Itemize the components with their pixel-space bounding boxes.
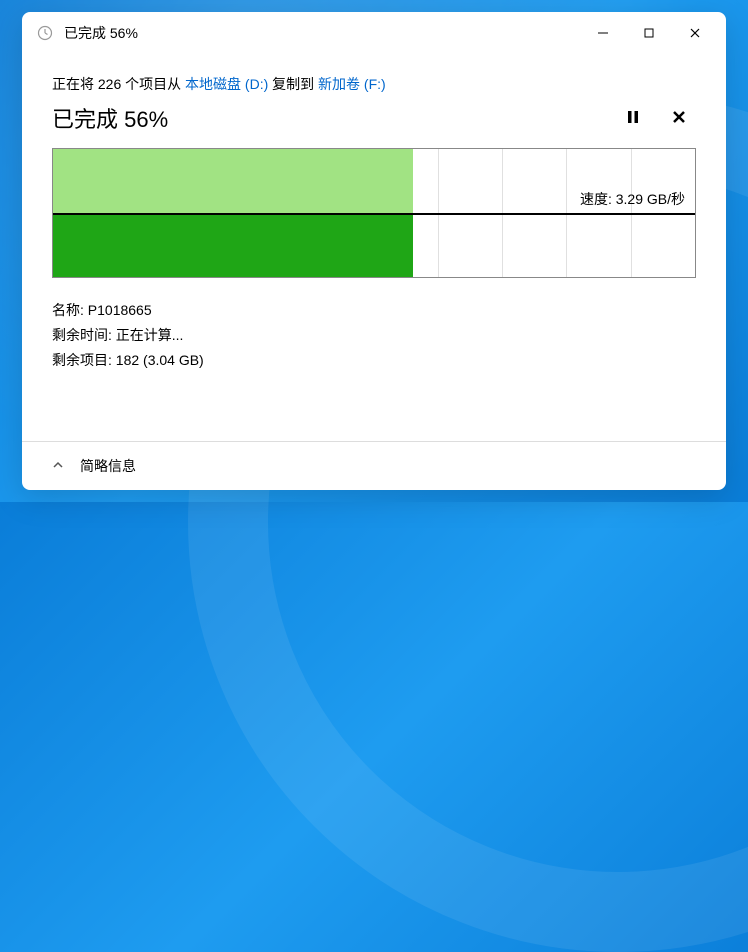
dialog-content: 正在将 226 个项目从 本地磁盘 (D:) 复制到 新加卷 (F:) 已完成 … bbox=[22, 54, 726, 441]
detail-name: 名称: P1018665 bbox=[52, 298, 696, 323]
chart-average-line bbox=[53, 213, 695, 215]
maximize-button[interactable] bbox=[626, 17, 672, 49]
speed-label: 速度: 3.29 GB/秒 bbox=[580, 189, 685, 209]
speed-chart: 速度: 3.29 GB/秒 bbox=[52, 148, 696, 278]
chevron-up-icon bbox=[52, 458, 64, 474]
titlebar: 已完成 56% bbox=[22, 12, 726, 54]
window-title: 已完成 56% bbox=[64, 23, 580, 43]
cancel-button[interactable] bbox=[668, 104, 690, 133]
pause-button[interactable] bbox=[622, 104, 644, 133]
detail-time-remaining: 剩余时间: 正在计算... bbox=[52, 323, 696, 348]
detail-items-remaining: 剩余项目: 182 (3.04 GB) bbox=[52, 348, 696, 373]
minimize-button[interactable] bbox=[580, 17, 626, 49]
progress-title: 已完成 56% bbox=[52, 102, 168, 134]
dest-drive-link[interactable]: 新加卷 (F:) bbox=[318, 76, 386, 92]
chart-progress-fill bbox=[53, 213, 413, 277]
close-button[interactable] bbox=[672, 17, 718, 49]
progress-header: 已完成 56% bbox=[52, 102, 696, 134]
source-drive-link[interactable]: 本地磁盘 (D:) bbox=[185, 76, 268, 92]
window-controls bbox=[580, 17, 718, 49]
clock-icon bbox=[36, 24, 54, 42]
copy-description: 正在将 226 个项目从 本地磁盘 (D:) 复制到 新加卷 (F:) bbox=[52, 74, 696, 94]
copy-prefix: 正在将 226 个项目从 bbox=[52, 76, 185, 92]
chart-speed-area bbox=[53, 149, 413, 213]
copy-mid: 复制到 bbox=[268, 76, 318, 92]
progress-controls bbox=[622, 104, 696, 133]
toggle-label: 简略信息 bbox=[80, 456, 136, 476]
details-toggle[interactable]: 简略信息 bbox=[22, 441, 726, 490]
transfer-details: 名称: P1018665 剩余时间: 正在计算... 剩余项目: 182 (3.… bbox=[52, 298, 696, 374]
file-copy-dialog: 已完成 56% 正在将 226 个项目从 本地磁盘 (D:) 复制到 新加卷 (… bbox=[22, 12, 726, 490]
